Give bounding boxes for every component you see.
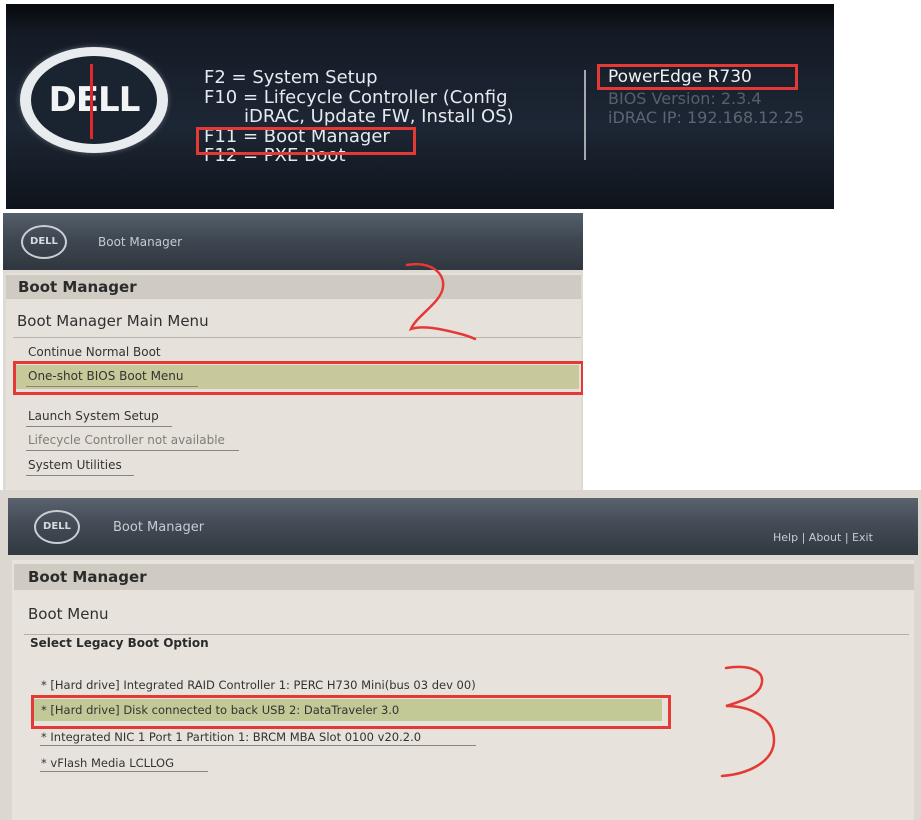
select-legacy-boot-label: Select Legacy Boot Option — [30, 636, 209, 650]
boot-option-vflash[interactable]: * vFlash Media LCLLOG — [41, 756, 174, 770]
page-title-bar: Boot Manager — [14, 564, 914, 590]
item-underline — [26, 475, 134, 476]
page-title-bar: Boot Manager — [6, 275, 581, 299]
boot-option-raid[interactable]: * [Hard drive] Integrated RAID Controlle… — [41, 678, 476, 692]
link-separator: | — [801, 531, 806, 544]
menu-item-launch-system-setup[interactable]: Launch System Setup — [28, 409, 159, 423]
link-separator: | — [844, 531, 849, 544]
post-top-strip — [6, 4, 834, 28]
annotation-box-one-shot — [13, 361, 583, 395]
page-title: Boot Manager — [28, 568, 147, 586]
menu-item-lifecycle-controller: Lifecycle Controller not available — [28, 433, 225, 447]
idrac-ip: iDRAC IP: 192.168.12.25 — [608, 108, 805, 127]
item-underline — [26, 426, 172, 427]
about-link[interactable]: About — [809, 531, 842, 544]
bios-version: BIOS Version: 2.3.4 — [608, 89, 762, 108]
help-link[interactable]: Help — [773, 531, 798, 544]
hotkey-f10[interactable]: F10 = Lifecycle Controller (Config — [204, 87, 514, 108]
dell-logo-small: DELL — [34, 510, 80, 544]
exit-link[interactable]: Exit — [852, 531, 873, 544]
option-underline — [40, 771, 208, 772]
hotkey-f2[interactable]: F2 = System Setup — [204, 68, 514, 88]
header-links: Help | About | Exit — [773, 531, 873, 544]
submenu-title: Boot Manager Main Menu — [17, 312, 209, 330]
boot-option-nic[interactable]: * Integrated NIC 1 Port 1 Partition 1: B… — [41, 730, 421, 744]
menu-item-system-utilities[interactable]: System Utilities — [28, 458, 122, 472]
menu-item-continue-normal-boot[interactable]: Continue Normal Boot — [28, 345, 161, 359]
header-title: Boot Manager — [113, 520, 205, 535]
boot-manager-main-panel: DELL Boot Manager Boot Manager Boot Mana… — [3, 213, 583, 490]
boot-manager-header: DELL Boot Manager — [3, 213, 583, 270]
submenu-divider — [13, 337, 581, 338]
post-screen-panel: DELL F2 = System Setup F10 = Lifecycle C… — [6, 4, 834, 209]
item-underline — [26, 450, 239, 451]
header-title: Boot Manager — [98, 235, 183, 249]
annotation-box-usb — [31, 695, 671, 729]
dell-logo-small: DELL — [21, 225, 67, 259]
annotation-vertical-mark — [90, 64, 93, 139]
post-divider — [584, 70, 586, 160]
submenu-divider — [24, 634, 909, 635]
page-title: Boot Manager — [18, 278, 137, 296]
annotation-box-model — [597, 64, 798, 90]
annotation-box-f11 — [196, 127, 416, 155]
option-underline — [40, 745, 476, 746]
submenu-title: Boot Menu — [28, 605, 109, 623]
dell-logo: DELL — [48, 80, 141, 120]
boot-menu-panel: DELL Boot Manager Help | About | Exit Bo… — [0, 490, 921, 820]
hotkey-f10-continued: iDRAC, Update FW, Install OS) — [244, 106, 514, 127]
